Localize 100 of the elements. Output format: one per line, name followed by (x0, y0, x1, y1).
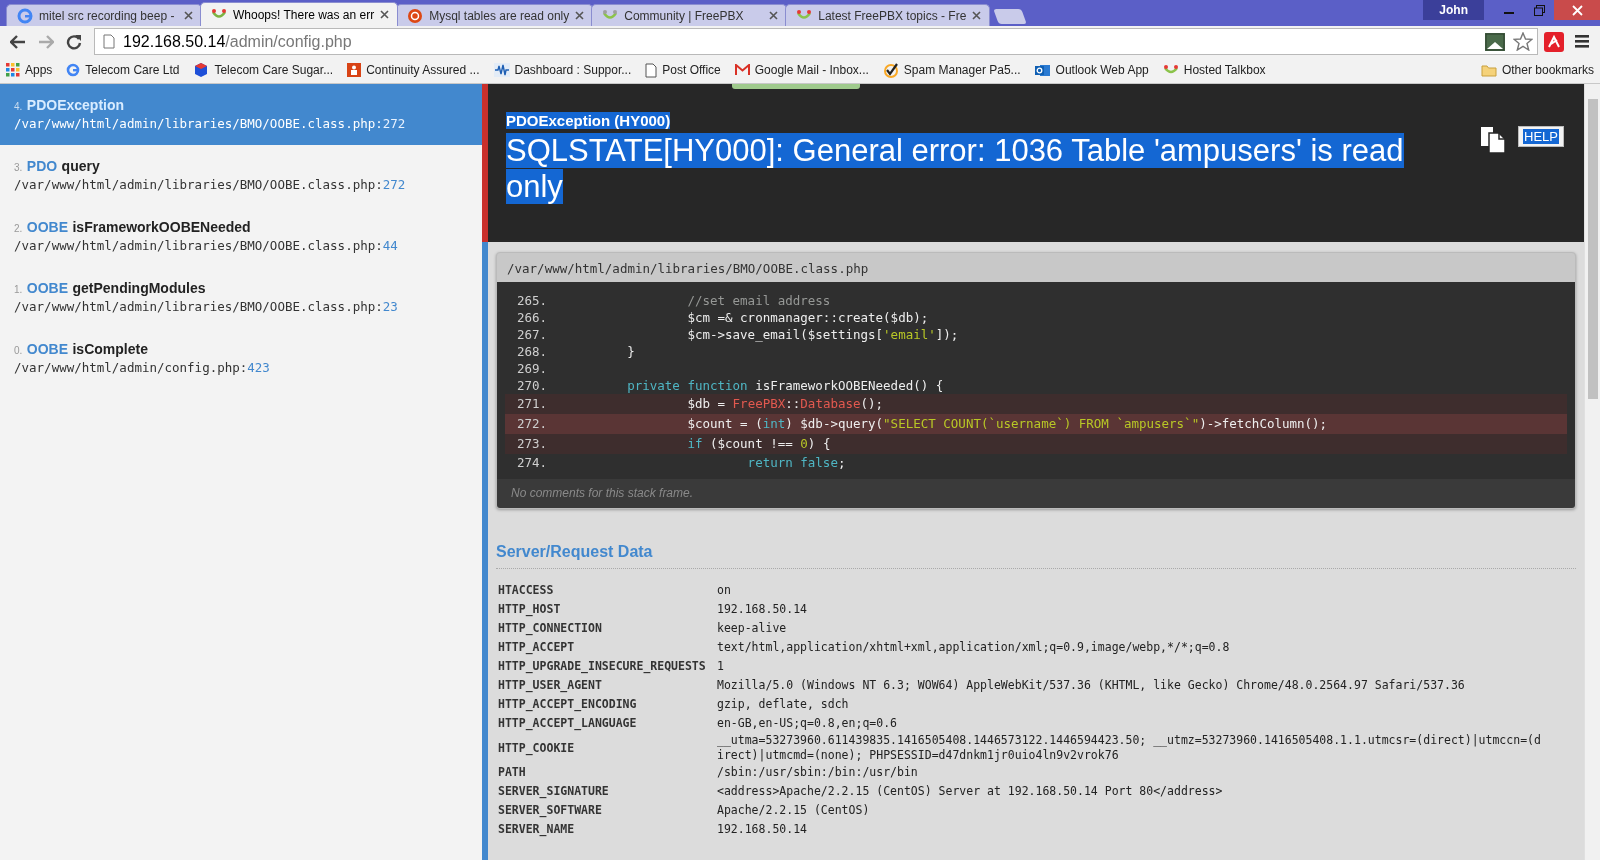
table-cell-text: /sbin:/usr/sbin:/bin:/usr/bin (716, 764, 919, 781)
bookmark-link[interactable]: Spam Manager Pa5... (903, 63, 1021, 77)
table-cell-text: Apache/2.2.15 (CentOS) (716, 802, 871, 819)
close-icon[interactable] (184, 11, 193, 20)
table-cell-text: HTTP_CONNECTION (497, 620, 603, 638)
bookmark-link[interactable]: Dashboard : Suppor... (514, 63, 632, 77)
table-cell-text: Mozilla/5.0 (Windows NT 6.3; WOW64) AppleWebKit/537.36 (KHTML, like Gecko) Chrome/48.0.2564.97 Safari/537.36 (716, 677, 1466, 694)
code-line: private function isFrameworkOOBENeeded() { (626, 377, 945, 394)
star-icon[interactable] (1513, 32, 1533, 51)
bookmark-link[interactable]: Hosted Talkbox (1183, 63, 1266, 77)
code-line: return false; (746, 454, 847, 471)
table-cell-text: gzip, deflate, sdch (716, 696, 850, 713)
help-button[interactable]: HELP (1518, 126, 1564, 147)
bookmark-link[interactable]: Apps (25, 63, 53, 77)
figure-icon (347, 63, 362, 77)
table-cell-text: SERVER_SOFTWARE (497, 802, 603, 820)
table-cell-text: keep-alive (716, 620, 788, 637)
line-number: 273. (516, 435, 549, 453)
copy-icon[interactable] (1480, 126, 1507, 154)
new-tab-button[interactable] (993, 9, 1028, 24)
line-number: 267. (516, 326, 549, 343)
table-cell-text: <address>Apache/2.2.15 (CentOS) Server at 192.168.50.14 Port 80</address> (716, 783, 1224, 800)
bookmark-link[interactable]: Post Office (662, 63, 721, 77)
table-cell-text: HTTP_ACCEPT (497, 639, 576, 657)
page-icon (103, 34, 115, 49)
bookmark-link[interactable]: Google Mail - Inbox... (754, 63, 869, 77)
exception-type: PDOException (HY000) (506, 112, 671, 129)
table-cell-text: HTTP_ACCEPT_ENCODING (497, 696, 638, 714)
browser-tab[interactable]: Latest FreePBX topics - Fre (785, 4, 991, 26)
bookmark-link[interactable]: Other bookmarks (1501, 63, 1594, 77)
page-icon (645, 62, 658, 78)
table-cell-text: text/html,application/xhtml+xml,application/xml;q=0.9,image/webp,*/*;q=0.8 (716, 639, 1231, 656)
table-cell-text: 1 (716, 658, 725, 675)
browser-tab[interactable]: Mysql tables are read only (396, 4, 594, 26)
stack-frame-item[interactable]: 2. OOBE isFrameworkOOBENeeded /var/www/html/admin/libraries/BMO/OOBE.class.php:44 (0, 206, 482, 267)
stack-frame-item[interactable]: 3. PDO query /var/www/html/admin/libraries/BMO/OOBE.class.php:272 (0, 145, 482, 206)
exception-message: SQLSTATE[HY000]: General error: 1036 Table 'ampusers' is read only (506, 133, 1405, 205)
bookmark-link[interactable]: Telecom Care Sugar... (214, 63, 334, 77)
table-cell-text: HTTP_HOST (497, 601, 562, 619)
grid-icon (6, 63, 20, 77)
section-heading: Server/Request Data (496, 543, 1576, 569)
line-number: 265. (516, 292, 549, 309)
stack-frame-item[interactable]: 4. PDOException /var/www/html/admin/libraries/BMO/OOBE.class.php:272 (0, 84, 482, 145)
image-icon[interactable] (1485, 32, 1505, 51)
close-icon[interactable] (575, 11, 585, 20)
table-cell-text: en-GB,en-US;q=0.8,en;q=0.6 (716, 715, 898, 732)
table-cell-text: SERVER_SIGNATURE (497, 783, 610, 801)
browser-tab[interactable]: mitel src recording beep - (6, 4, 202, 26)
line-number: 274. (516, 454, 549, 471)
menu-icon[interactable] (1575, 35, 1589, 48)
stack-frame-item[interactable]: 0. OOBE isComplete /var/www/html/admin/config.php:423 (0, 328, 482, 389)
code-line: if ($count !== 0) { (686, 435, 832, 453)
bookmark-link[interactable]: Outlook Web App (1055, 63, 1149, 77)
code-line: } (626, 343, 636, 360)
profile-button[interactable]: John (1423, 0, 1484, 20)
table-cell-text: on (716, 582, 732, 599)
mail-icon (734, 64, 750, 76)
code-line: $db = FreePBX::Database(); (686, 395, 885, 413)
code-line: $count = (int) $db->query("SELECT COUNT(`username`) FROM `ampusers`")->fetchColumn(); (686, 415, 1329, 433)
waveform-icon (493, 63, 510, 77)
table-cell-text: PATH (497, 764, 527, 781)
table-cell-text: HTTP_COOKIE (497, 739, 576, 758)
code-line: //set email address (686, 292, 832, 309)
line-number: 269. (516, 360, 549, 377)
checkmark-icon (882, 62, 899, 78)
stack-frame-item[interactable]: 1. OOBE getPendingModules /var/www/html/admin/libraries/BMO/OOBE.class.php:23 (0, 267, 482, 328)
line-number: 270. (516, 377, 549, 394)
file-path: /var/www/html/admin/libraries/BMO/OOBE.class.php (506, 260, 870, 278)
close-icon[interactable] (769, 11, 779, 20)
folder-icon (1480, 63, 1497, 77)
favicon-icon (17, 7, 33, 24)
table-cell-text: HTACCESS (497, 582, 555, 599)
code-line: $cm =& cronmanager::create($db); (686, 309, 930, 326)
line-number: 266. (516, 309, 549, 326)
restore-icon[interactable] (1533, 4, 1545, 16)
table-cell-text: __utma=53273960.611439835.1416505408.1446573122.1446594423.50; __utmz=53273960.1416505408.1.1.utmcsr=(direct)|utmccn=(direct)|utmcmd=(none); PHPSESSID=d47dnkm1jr0uio4ln9v2vrok76 (716, 733, 1542, 763)
table-cell-text: HTTP_ACCEPT_LANGUAGE (497, 715, 638, 733)
bookmark-link[interactable]: Continuity Assured ... (366, 63, 480, 77)
line-number: 268. (516, 343, 549, 360)
close-icon[interactable] (972, 11, 982, 20)
table-cell-text: HTTP_USER_AGENT (497, 677, 603, 695)
browser-tab[interactable]: Community | FreePBX (591, 4, 788, 26)
table-cell-text: SERVER_NAME (497, 821, 576, 839)
line-number: 271. (516, 395, 549, 413)
code-line: $cm->save_email($settings['email']); (686, 326, 960, 343)
table-cell-text: 192.168.50.14 (716, 601, 808, 618)
cube-icon (193, 62, 210, 78)
favicon-icon (407, 7, 424, 24)
extension-icon[interactable] (1544, 31, 1564, 52)
comments-note: No comments for this stack frame. (497, 479, 1575, 508)
google-g-icon (66, 63, 81, 77)
back-icon[interactable] (10, 34, 26, 49)
close-icon[interactable] (380, 10, 390, 19)
address-bar[interactable]: 192.168.50.14/admin/config.php (94, 28, 1538, 55)
scroll-bar[interactable] (1584, 84, 1600, 860)
table-cell-text: HTTP_UPGRADE_INSECURE_REQUESTS (497, 658, 707, 676)
table-cell-text: 192.168.50.14 (716, 821, 808, 838)
bookmark-link[interactable]: Telecom Care Ltd (85, 63, 180, 77)
browser-tab[interactable]: Whoops! There was an err (200, 2, 399, 26)
reload-icon[interactable] (66, 33, 82, 50)
